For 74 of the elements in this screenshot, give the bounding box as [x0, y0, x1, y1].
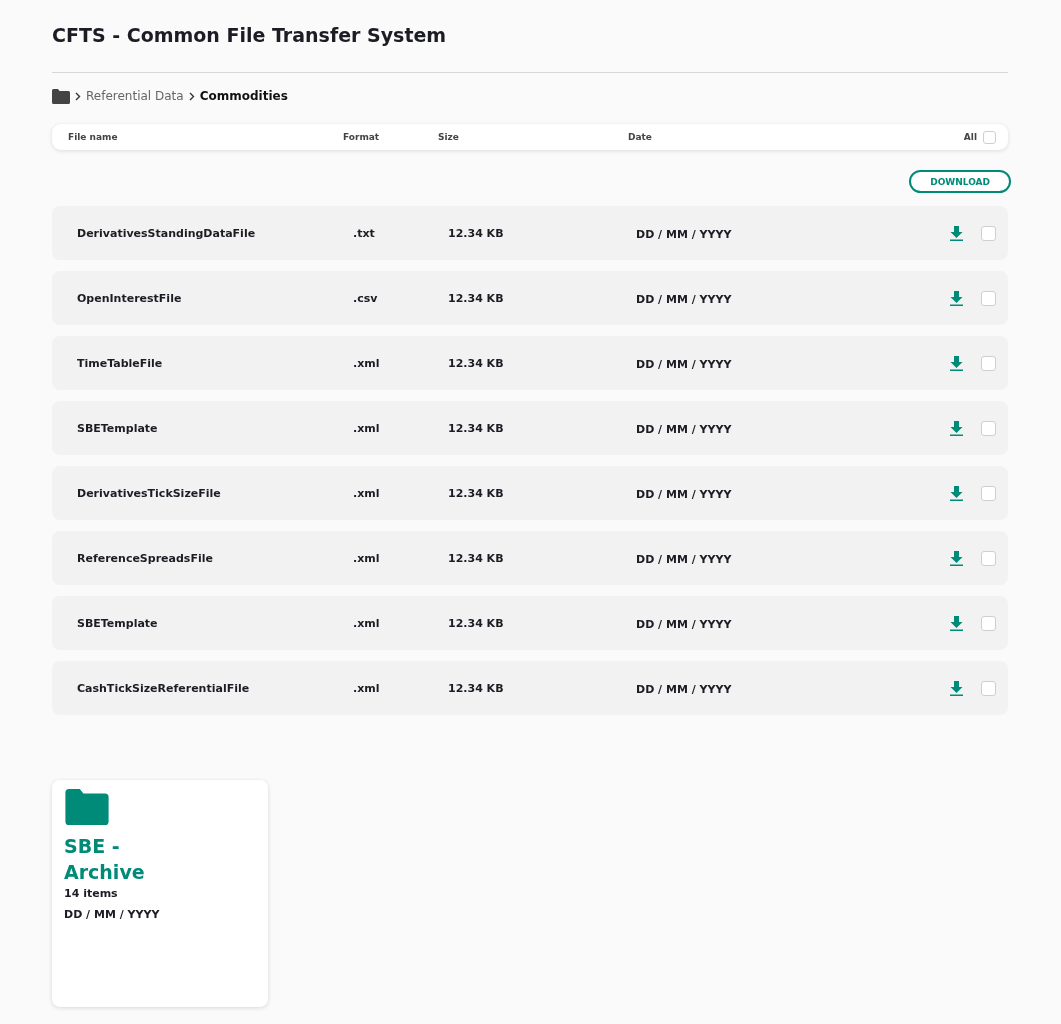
file-row[interactable]: SBETemplate .xml 12.34 KB DD / MM / YYYY: [52, 401, 1008, 455]
file-date: DD / MM / YYYY: [636, 683, 733, 696]
file-size: 12.34 KB: [448, 681, 505, 695]
select-all-label: All: [963, 132, 977, 142]
file-date: DD / MM / YYYY: [636, 423, 733, 436]
file-name: ReferenceSpreadsFile: [77, 551, 214, 565]
row-checkbox[interactable]: [981, 615, 996, 631]
row-checkbox[interactable]: [981, 680, 996, 696]
download-icon[interactable]: [950, 420, 963, 436]
file-name: OpenInterestFile: [77, 291, 183, 305]
file-format: .xml: [353, 681, 381, 695]
breadcrumb-link[interactable]: Referential Data: [86, 89, 184, 103]
row-checkbox[interactable]: [981, 550, 996, 566]
row-checkbox[interactable]: [981, 355, 996, 371]
row-checkbox[interactable]: [981, 485, 996, 501]
download-icon[interactable]: [950, 550, 963, 566]
file-format: .xml: [353, 421, 381, 435]
file-date: DD / MM / YYYY: [636, 228, 733, 241]
folder-icon: [64, 789, 110, 825]
download-icon[interactable]: [950, 225, 963, 241]
file-format: .xml: [353, 616, 381, 630]
row-checkbox[interactable]: [981, 225, 996, 241]
file-name: SBETemplate: [77, 616, 159, 630]
folder-icon: [52, 88, 70, 104]
file-name: DerivativesTickSizeFile: [77, 486, 222, 500]
folder-date: DD / MM / YYYY: [64, 908, 161, 921]
file-row[interactable]: TimeTableFile .xml 12.34 KB DD / MM / YYYY: [52, 336, 1008, 390]
file-format: .xml: [353, 551, 381, 565]
download-icon[interactable]: [950, 615, 963, 631]
file-date: DD / MM / YYYY: [636, 553, 733, 566]
file-row[interactable]: DerivativesTickSizeFile .xml 12.34 KB DD / MM / YYYY: [52, 466, 1008, 520]
column-header: Format: [343, 132, 381, 142]
folder-item-count: 14 items: [64, 887, 119, 900]
file-date: DD / MM / YYYY: [636, 618, 733, 631]
file-name: TimeTableFile: [77, 356, 164, 370]
file-size: 12.34 KB: [448, 486, 505, 500]
row-checkbox[interactable]: [981, 420, 996, 436]
download-button[interactable]: DOWNLOAD: [909, 170, 1011, 193]
download-icon[interactable]: [950, 355, 963, 371]
column-header: Size: [438, 132, 460, 142]
file-name: SBETemplate: [77, 421, 159, 435]
file-date: DD / MM / YYYY: [636, 293, 733, 306]
file-row[interactable]: SBETemplate .xml 12.34 KB DD / MM / YYYY: [52, 596, 1008, 650]
column-header: Date: [628, 132, 653, 142]
chevron-icon: [188, 91, 195, 101]
download-icon[interactable]: [950, 680, 963, 696]
select-all-checkbox[interactable]: [983, 130, 996, 144]
download-icon[interactable]: [950, 485, 963, 501]
file-row[interactable]: OpenInterestFile .csv 12.34 KB DD / MM / YYYY: [52, 271, 1008, 325]
file-format: .txt: [353, 226, 376, 240]
row-checkbox[interactable]: [981, 290, 996, 306]
file-size: 12.34 KB: [448, 551, 505, 565]
file-size: 12.34 KB: [448, 421, 505, 435]
file-name: DerivativesStandingDataFile: [77, 226, 257, 240]
file-date: DD / MM / YYYY: [636, 488, 733, 501]
file-row[interactable]: ReferenceSpreadsFile .xml 12.34 KB DD / MM / YYYY: [52, 531, 1008, 585]
file-size: 12.34 KB: [448, 356, 505, 370]
folder-title: SBE - Archive: [64, 834, 144, 885]
file-name: CashTickSizeReferentialFile: [77, 681, 251, 695]
file-row[interactable]: CashTickSizeReferentialFile .xml 12.34 KB DD / MM / YYYY: [52, 661, 1008, 715]
download-icon[interactable]: [950, 290, 963, 306]
folder-card[interactable]: SBE - Archive 14 items DD / MM / YYYY: [52, 780, 268, 1007]
file-size: 12.34 KB: [448, 291, 505, 305]
file-format: .xml: [353, 486, 381, 500]
file-size: 12.34 KB: [448, 616, 505, 630]
file-row[interactable]: DerivativesStandingDataFile .txt 12.34 KB DD / MM / YYYY: [52, 206, 1008, 260]
file-date: DD / MM / YYYY: [636, 358, 733, 371]
page-title: CFTS - Common File Transfer System: [52, 23, 448, 48]
file-format: .csv: [353, 291, 379, 305]
file-size: 12.34 KB: [448, 226, 505, 240]
breadcrumb-link[interactable]: Commodities: [199, 89, 288, 103]
file-format: .xml: [353, 356, 381, 370]
chevron-icon: [75, 91, 81, 101]
column-header: File name: [68, 132, 119, 142]
